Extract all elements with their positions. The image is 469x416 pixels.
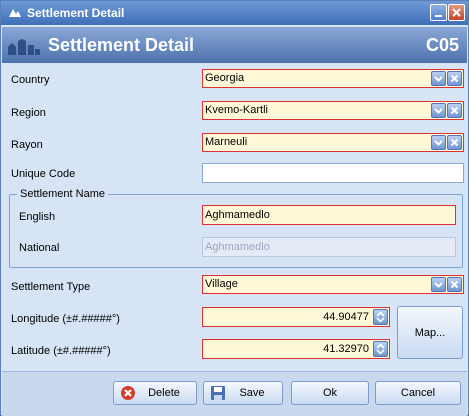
english-name-label: English (19, 211, 56, 223)
dropdown-icon (434, 140, 443, 146)
longitude-input[interactable]: 44.90477 (202, 307, 390, 327)
clear-icon (450, 138, 459, 147)
window-title: Settlement Detail (27, 6, 125, 20)
close-button[interactable] (448, 4, 465, 21)
country-select[interactable]: Georgia (202, 69, 464, 88)
latitude-value: 41.32970 (323, 343, 369, 355)
longitude-spin-button[interactable] (373, 309, 388, 325)
rayon-value: Marneuli (205, 136, 248, 148)
title-bar[interactable]: Settlement Detail (1, 1, 468, 25)
clear-icon (450, 280, 459, 289)
app-icon (9, 9, 21, 17)
region-select[interactable]: Kvemo-Kartli (202, 101, 464, 120)
spin-icon (376, 343, 385, 355)
national-name-input[interactable]: Aghmamedlo (202, 237, 456, 257)
spin-icon (376, 311, 385, 323)
settlement-type-value: Village (205, 278, 238, 290)
region-label: Region (11, 107, 46, 119)
country-value: Georgia (205, 72, 245, 84)
unique-code-label: Unique Code (11, 168, 76, 180)
save-button-label: Save (239, 387, 265, 399)
delete-button[interactable]: Delete (113, 381, 197, 405)
country-clear-button[interactable] (447, 71, 462, 86)
ok-button-label: Ok (322, 387, 338, 399)
national-name-value: Aghmamedlo (205, 241, 270, 253)
header-settlement-icon (8, 39, 40, 55)
region-dropdown-button[interactable] (431, 103, 446, 118)
settlement-type-dropdown-button[interactable] (431, 277, 446, 292)
longitude-value: 44.90477 (323, 311, 369, 323)
ok-button[interactable]: Ok (291, 381, 369, 405)
national-name-label: National (19, 242, 60, 254)
rayon-clear-button[interactable] (447, 135, 462, 150)
english-name-input[interactable]: Aghmamedlo (202, 205, 456, 225)
page-title: Settlement Detail (48, 35, 195, 55)
page-code: C05 (425, 35, 459, 55)
dropdown-icon (434, 76, 443, 82)
minimize-button[interactable] (430, 4, 447, 21)
dropdown-icon (434, 282, 443, 288)
country-dropdown-button[interactable] (431, 71, 446, 86)
settlement-type-select[interactable]: Village (202, 275, 464, 294)
clear-icon (450, 74, 459, 83)
settlement-type-label: Settlement Type (11, 281, 91, 293)
latitude-label: Latitude (±#.#####°) (11, 345, 111, 357)
map-button-label: Map... (414, 327, 446, 339)
settlement-type-clear-button[interactable] (447, 277, 462, 292)
map-button[interactable]: Map... (397, 306, 463, 359)
cancel-button[interactable]: Cancel (375, 381, 461, 405)
settlement-name-group-title: Settlement Name (17, 188, 108, 200)
region-value: Kvemo-Kartli (205, 104, 268, 116)
unique-code-input[interactable] (202, 163, 464, 183)
english-name-value: Aghmamedlo (205, 209, 270, 221)
close-icon (452, 8, 461, 17)
settlement-detail-window: Settlement Detail Settlement Detail C05 … (0, 0, 469, 416)
dropdown-icon (434, 108, 443, 114)
cancel-button-label: Cancel (400, 387, 436, 399)
latitude-spin-button[interactable] (373, 341, 388, 357)
country-label: Country (11, 74, 50, 86)
rayon-dropdown-button[interactable] (431, 135, 446, 150)
rayon-label: Rayon (11, 139, 43, 151)
minimize-icon (435, 15, 442, 17)
rayon-select[interactable]: Marneuli (202, 133, 464, 152)
save-button[interactable]: Save (203, 381, 283, 405)
longitude-label: Longitude (±#.#####°) (11, 313, 120, 325)
page-header: Settlement Detail C05 (2, 27, 467, 63)
delete-button-label: Delete (148, 387, 180, 399)
region-clear-button[interactable] (447, 103, 462, 118)
latitude-input[interactable]: 41.32970 (202, 339, 390, 359)
clear-icon (450, 106, 459, 115)
